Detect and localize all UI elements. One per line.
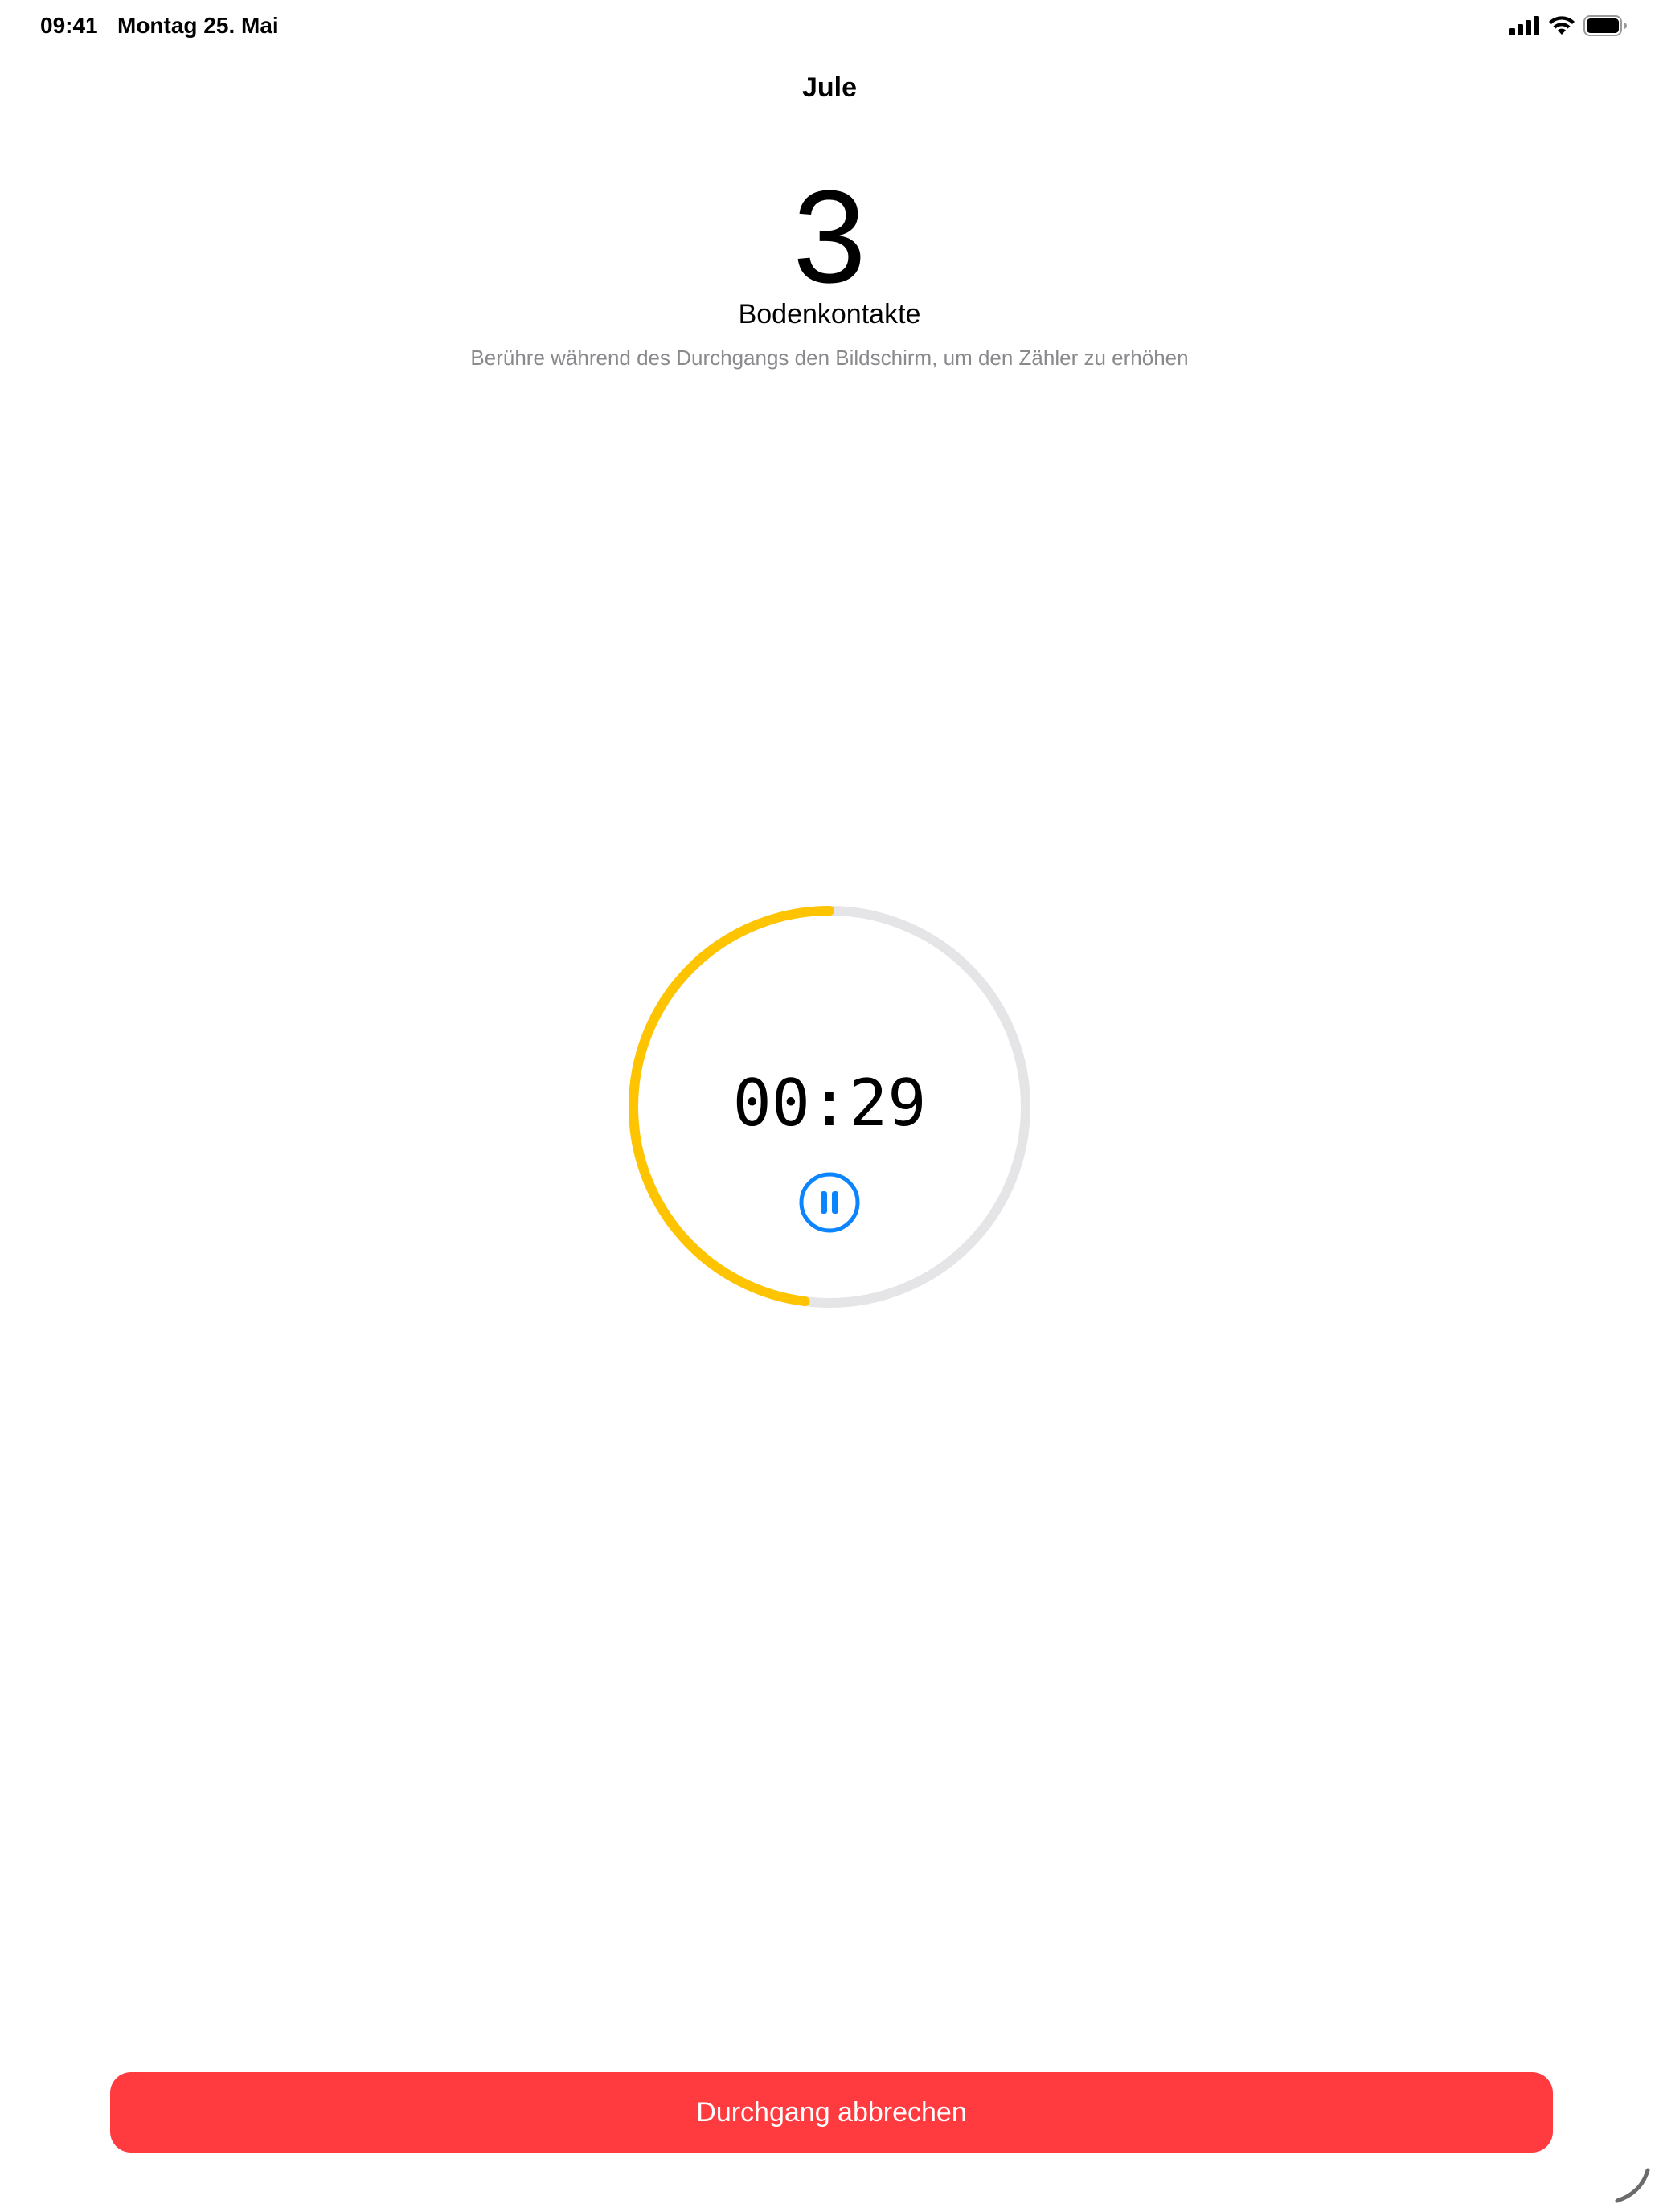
- status-time: 09:41: [40, 13, 98, 38]
- status-icons: [1509, 14, 1627, 37]
- page-title: Jule: [801, 72, 858, 103]
- status-date: Montag 25. Mai: [117, 13, 279, 38]
- wifi-icon: [1549, 16, 1575, 35]
- run-screen: 09:41 Montag 25. Mai Jule 3 Bodenkontakt…: [0, 0, 1659, 2212]
- ground-contact-count: 3: [793, 163, 866, 310]
- timer: 00:29: [629, 906, 1030, 1308]
- ground-contact-label: Bodenkontakte: [738, 299, 921, 330]
- cellular-signal-icon: [1509, 16, 1539, 35]
- timer-time: 00:29: [732, 1066, 927, 1141]
- cancel-run-button[interactable]: Durchgang abbrechen: [110, 2072, 1553, 2153]
- corner-drag-handle-icon[interactable]: [1612, 2165, 1653, 2206]
- battery-icon: [1583, 15, 1627, 36]
- pause-circle-icon: [799, 1172, 860, 1233]
- pause-button[interactable]: [798, 1171, 861, 1234]
- counter-hint: Berühre während des Durchgangs den Bilds…: [470, 346, 1189, 370]
